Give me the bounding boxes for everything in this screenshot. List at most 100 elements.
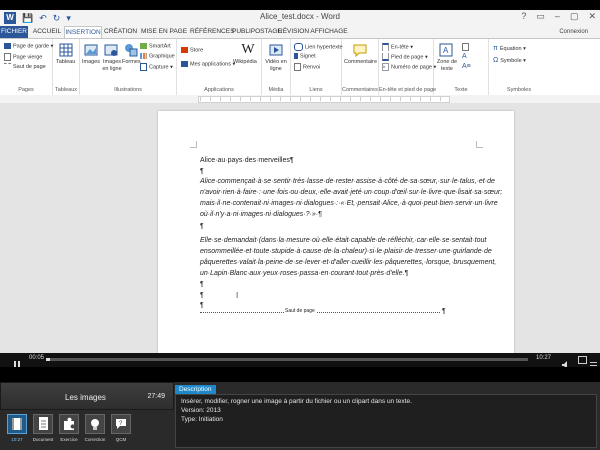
renvoi-label: Renvoi [303,64,321,71]
renvoi-button[interactable]: Renvoi [294,63,320,71]
drop-cap-icon[interactable]: A≡ [462,63,471,71]
tab-mise-en-page[interactable]: MISE EN PAGE [140,26,188,38]
table-icon[interactable] [59,43,73,57]
empty-paragraph: ¶ [200,292,204,299]
group-symboles: π Équation ▾ Ω Symbole ▾ Symboles [489,39,549,95]
quick-parts-icon[interactable] [462,43,471,51]
description-text: Insérer, modifier, rogner une image à pa… [181,398,412,405]
entete-button[interactable]: En-tête ▾ [382,43,413,51]
ribbon: Page de garde ▾ Page vierge Saut de page… [0,38,600,96]
wikipedia-icon[interactable]: W [241,43,255,57]
minimize-icon[interactable]: – [555,11,560,22]
pied-de-page-label: Pied de page ▾ [391,54,428,61]
player-spacer [0,367,600,382]
tableau-button[interactable]: Tableau [56,59,75,66]
group-applications-label: Applications [204,87,234,93]
commentaire-button[interactable]: Commentaire [344,59,377,66]
shapes-icon[interactable] [124,43,138,57]
signet-button[interactable]: Signet [294,53,316,60]
tab-description[interactable]: Description [175,385,216,394]
tab-fichier[interactable]: FICHIER [0,26,28,38]
page-de-garde-button[interactable]: Page de garde ▾ [4,43,53,50]
crop-mark [190,141,197,148]
group-illustrations: Images Images en ligne Formes SmartArt G… [80,39,177,95]
capture-label: Capture ▾ [149,64,173,71]
resource-exercice[interactable]: Exercice [58,414,80,448]
ribbon-display-icon[interactable]: ▭ [536,11,545,22]
resource-qcm[interactable]: ? QCM [110,414,132,448]
store-button[interactable]: Store [181,47,203,54]
tab-insertion[interactable]: INSERTION [64,26,102,38]
resource-video[interactable]: 10:27 [6,414,28,448]
images-en-ligne-button[interactable]: Images en ligne [102,59,122,73]
footer-icon [382,53,389,61]
tab-publipostage[interactable]: PUBLIPOSTAGE [232,26,282,38]
tab-references[interactable]: RÉFÉRENCES [190,26,234,38]
wordart-icon[interactable]: A [462,53,467,61]
video-en-ligne-button[interactable]: Vidéo en ligne [265,59,287,73]
page-number-icon: # [382,63,389,71]
images-icon[interactable] [84,43,98,57]
lesson-resources: 10:27 Document Exercice Correction ? QCM [6,414,132,448]
formes-button[interactable]: Formes [122,59,141,66]
lightbulb-icon [85,414,105,434]
top-letterbox [0,0,600,10]
smartart-button[interactable]: SmartArt [140,43,171,50]
symbole-label: Symbole ▾ [500,58,526,64]
para2-line: un·Lapin·Blanc·aux·yeux·roses·passa·en·c… [200,270,409,277]
total-time: 10:27 [536,355,552,361]
volume-icon[interactable] [562,356,570,369]
pied-de-page-button[interactable]: Pied de page ▾ [382,53,428,61]
document-area: Alice·au·pays·des·merveilles¶ ¶ Alice·co… [0,103,600,353]
pi-icon: π [493,45,498,52]
group-pages: Page de garde ▾ Page vierge Saut de page… [0,39,53,95]
window-title: Alice_test.docx - Word [260,12,340,21]
seek-bar-progress [46,358,50,361]
lesson-header[interactable]: Les images 27:49 [0,382,174,410]
description-version: Version: 2013 [181,407,221,414]
tab-revision[interactable]: RÉVISION [278,26,309,38]
document-page[interactable]: Alice·au·pays·des·merveilles¶ ¶ Alice·co… [158,111,514,353]
wikipedia-button[interactable]: Wikipédia [233,59,257,66]
mes-applications-label: Mes applications ▾ [190,61,236,68]
online-video-icon[interactable] [269,43,283,57]
resource-correction[interactable]: Correction [84,414,106,448]
online-images-icon[interactable] [104,43,118,57]
group-pages-label: Pages [18,87,34,93]
mes-applications-button[interactable]: Mes applications ▾ [181,61,235,68]
tab-accueil[interactable]: ACCUEIL [32,26,62,38]
close-icon[interactable]: ✕ [588,11,596,22]
signet-label: Signet [300,53,316,60]
fullscreen-icon[interactable] [578,356,587,364]
zone-de-texte-button[interactable]: Zone de texte [436,59,458,73]
cover-page-icon [4,43,11,49]
screen: W 💾 ↶ ↻ ▾ Alice_test.docx - Word ? ▭ – ▢… [0,0,600,450]
tab-affichage[interactable]: AFFICHAGE [310,26,348,38]
smartart-icon [140,43,147,49]
equation-button[interactable]: π Équation ▾ [493,45,526,53]
text-box-icon[interactable]: A [439,43,453,57]
horizontal-ruler[interactable] [0,95,600,103]
seek-bar[interactable] [46,358,528,361]
resource-document[interactable]: Document [32,414,54,448]
help-icon[interactable]: ? [521,11,526,22]
numero-de-page-button[interactable]: # Numéro de page ▾ [382,63,436,71]
saut-de-page-button[interactable]: Saut de page [4,63,46,71]
images-button[interactable]: Images [82,59,100,66]
entete-label: En-tête ▾ [391,44,414,51]
document-icon [33,414,53,434]
page-break-pilcrow: ¶ [442,308,446,315]
pause-icon[interactable] [14,356,22,369]
settings-icon[interactable] [590,356,597,369]
account-sign-in[interactable]: Connexion [559,26,588,38]
lien-hypertexte-button[interactable]: Lien hypertexte [294,43,343,51]
quiz-icon: ? [111,414,131,434]
maximize-icon[interactable]: ▢ [570,11,579,22]
tab-creation[interactable]: CRÉATION [104,26,137,38]
comment-icon[interactable] [353,43,367,58]
graphique-button[interactable]: Graphique [140,53,175,60]
capture-button[interactable]: Capture ▾ [140,63,173,71]
wordart-glyph-icon: A [462,53,467,60]
symbole-button[interactable]: Ω Symbole ▾ [493,57,526,65]
page-vierge-button[interactable]: Page vierge [4,53,42,61]
